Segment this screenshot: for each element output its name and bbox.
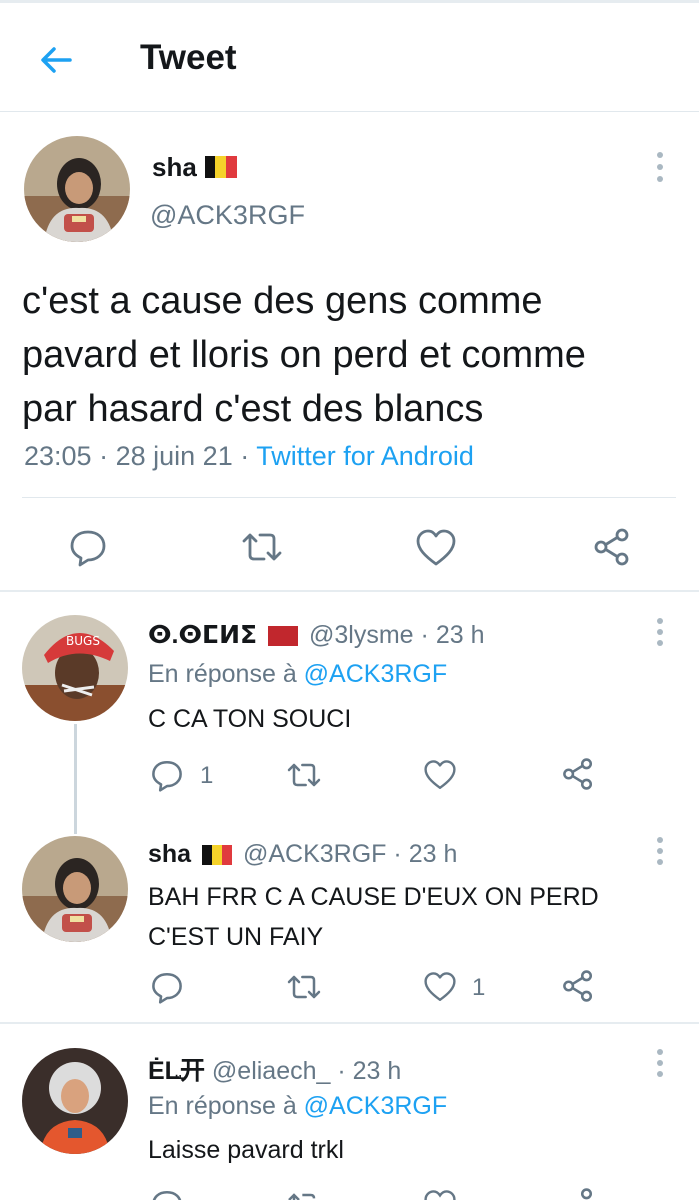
avatar[interactable]: BUGS	[22, 615, 128, 721]
avatar[interactable]	[22, 1048, 128, 1154]
more-options-icon[interactable]	[650, 836, 670, 866]
tweet-meta: 23:05 · 28 juin 21 · Twitter for Android	[24, 441, 474, 472]
more-options-icon[interactable]	[650, 150, 670, 184]
author-handle[interactable]: @ACK3RGF	[150, 200, 305, 231]
reply-to-line: En réponse à @ACK3RGF	[148, 1092, 447, 1121]
tweet-text-line: par hasard c'est des blancs	[22, 388, 484, 430]
meta-separator: ·	[420, 621, 429, 649]
reply-to-link[interactable]: @ACK3RGF	[304, 660, 447, 688]
reply-header: sha @ACK3RGF · 23 h	[148, 840, 457, 869]
belgium-flag-icon	[204, 156, 237, 178]
divider	[22, 497, 676, 498]
reply-handle[interactable]: @3lysme	[309, 621, 414, 649]
reply-text: BAH FRR C A CAUSE D'EUX ON PERD C'EST UN…	[148, 877, 599, 957]
reply-author-name[interactable]: ĖL꜡开	[148, 1057, 205, 1085]
avatar[interactable]	[24, 136, 130, 242]
reply-time: 23 h	[408, 840, 458, 868]
reply-to-label: En réponse à	[148, 1092, 297, 1120]
like-heart-icon[interactable]	[415, 528, 457, 568]
reply-icon[interactable]	[68, 527, 108, 567]
share-icon[interactable]	[561, 969, 595, 1003]
reply-time: 23 h	[352, 1057, 402, 1085]
morocco-flag-icon	[268, 626, 299, 647]
reply-header: ĖL꜡开 @eliaech_ · 23 h	[148, 1051, 401, 1087]
share-icon[interactable]	[561, 1187, 595, 1200]
tweet-text-line: pavard et lloris on perd et comme	[22, 334, 586, 376]
meta-separator: ·	[337, 1057, 346, 1085]
author-name-row[interactable]: sha	[152, 150, 237, 184]
like-count: 1	[472, 974, 486, 1001]
meta-separator: ·	[240, 441, 250, 471]
reply-text-line: BAH FRR C A CAUSE D'EUX ON PERD	[148, 883, 599, 911]
tweet-text: c'est a cause des gens comme pavard et l…	[22, 274, 586, 436]
meta-separator: ·	[393, 840, 402, 868]
author-name: sha	[152, 151, 197, 182]
tweet-time: 23:05	[24, 441, 92, 471]
reply-count: 1	[200, 762, 214, 789]
retweet-icon[interactable]	[285, 972, 323, 1002]
thread-line	[74, 724, 77, 834]
divider	[0, 590, 699, 592]
retweet-icon[interactable]	[240, 529, 284, 565]
tweet-date: 28 juin 21	[115, 441, 233, 471]
svg-text:BUGS: BUGS	[66, 634, 100, 648]
reply-text-line: C'EST UN FAIY	[148, 923, 324, 951]
tweet-text-line: c'est a cause des gens comme	[22, 280, 543, 322]
reply-icon[interactable]	[150, 1188, 184, 1200]
divider	[0, 1022, 699, 1024]
retweet-icon[interactable]	[285, 760, 323, 790]
reply-text: Laisse pavard trkl	[148, 1136, 344, 1164]
like-heart-icon[interactable]	[423, 971, 457, 1003]
reply-to-line: En réponse à @ACK3RGF	[148, 660, 447, 689]
avatar[interactable]	[22, 836, 128, 942]
tweet-client-link[interactable]: Twitter for Android	[256, 441, 474, 471]
reply-handle[interactable]: @ACK3RGF	[243, 840, 386, 868]
top-bar	[0, 0, 699, 112]
reply-icon[interactable]	[150, 970, 184, 1004]
more-options-icon[interactable]	[650, 1048, 670, 1078]
reply-author-name[interactable]: ⵙ.ⵙⵎⵍⵉ	[148, 621, 257, 649]
like-heart-icon[interactable]	[423, 1189, 457, 1200]
page-title: Tweet	[140, 38, 237, 77]
reply-author-name[interactable]: sha	[148, 840, 191, 868]
reply-to-link[interactable]: @ACK3RGF	[304, 1092, 447, 1120]
share-icon[interactable]	[561, 757, 595, 791]
belgium-flag-icon	[202, 845, 233, 866]
retweet-icon[interactable]	[285, 1190, 323, 1200]
more-options-icon[interactable]	[650, 617, 670, 647]
meta-separator: ·	[99, 441, 109, 471]
reply-header: ⵙ.ⵙⵎⵍⵉ @3lysme · 23 h	[148, 620, 485, 650]
like-heart-icon[interactable]	[423, 759, 457, 791]
reply-handle[interactable]: @eliaech_	[212, 1057, 331, 1085]
reply-to-label: En réponse à	[148, 660, 297, 688]
share-icon[interactable]	[592, 527, 632, 567]
reply-icon[interactable]	[150, 758, 184, 792]
reply-time: 23 h	[435, 621, 485, 649]
back-arrow-icon[interactable]	[36, 40, 76, 80]
reply-text: C CA TON SOUCI	[148, 705, 352, 733]
